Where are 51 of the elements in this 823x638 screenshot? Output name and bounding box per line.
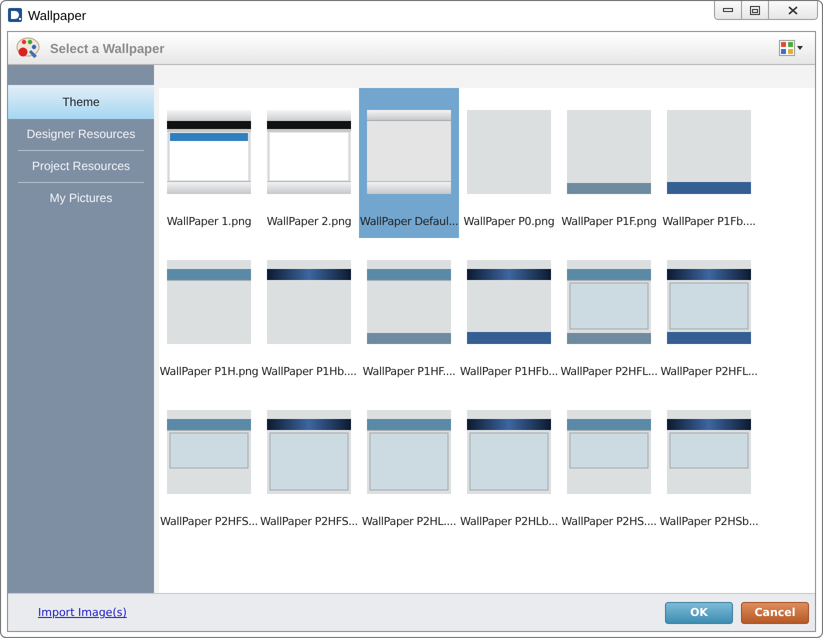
file-name: WallPaper P2HFL... [560,365,658,378]
file-name: WallPaper P1F.png [561,215,657,228]
file-name: WallPaper P1HFb... [460,365,558,378]
file-name: WallPaper P1HF.... [362,365,456,378]
file-name: WallPaper P0.png [464,215,554,228]
wallpaper-item[interactable]: WallPaper P0.png [459,88,559,238]
app-icon [8,8,22,22]
file-name: WallPaper P2HLb... [460,515,558,528]
view-toggle[interactable] [779,40,803,56]
caret-icon [797,46,803,50]
file-name: WallPaper Defaul... [360,215,458,228]
file-name: WallPaper P2HL.... [362,515,456,528]
wallpaper-item[interactable]: WallPaper P2HS.... [559,388,659,538]
file-name: WallPaper P2HFL... [660,365,758,378]
wallpaper-item[interactable]: WallPaper 1.png [159,88,259,238]
wallpaper-item[interactable]: WallPaper P2HFL... [659,238,759,388]
file-name: WallPaper 1.png [166,215,252,228]
file-name: WallPaper P1Hb.... [261,365,357,378]
file-name: WallPaper P2HFS... [260,515,358,528]
wallpaper-item[interactable]: WallPaper P1HF.... [359,238,459,388]
file-name: WallPaper P2HFS... [160,515,258,528]
wallpaper-item[interactable]: WallPaper P2HFS... [259,388,359,538]
wallpaper-item[interactable]: WallPaper P2HSb... [659,388,759,538]
import-link[interactable]: Import Image(s) [38,606,127,619]
wallpaper-item[interactable]: WallPaper P1Fb.... [659,88,759,238]
minimize-button[interactable] [715,1,742,19]
file-name: WallPaper 2.png [266,215,352,228]
wallpaper-item[interactable]: WallPaper 2.png [259,88,359,238]
file-name: WallPaper P2HSb... [660,515,758,528]
sidebar-item[interactable]: Theme [8,85,154,119]
file-name: WallPaper P2HS.... [561,515,657,528]
file-name: WallPaper P1H.png [160,365,258,378]
wallpaper-item[interactable]: WallPaper P1F.png [559,88,659,238]
dialog-heading: Select a Wallpaper [50,40,164,56]
wallpaper-item[interactable]: WallPaper Defaul... [359,88,459,238]
close-icon [788,6,798,14]
wallpaper-item[interactable]: WallPaper P1Hb.... [259,238,359,388]
window-title: Wallpaper [28,8,86,23]
wallpaper-item[interactable]: WallPaper P2HLb... [459,388,559,538]
file-name: WallPaper P1Fb.... [662,215,756,228]
wallpaper-item[interactable]: WallPaper P2HL.... [359,388,459,538]
wallpaper-item[interactable]: WallPaper P2HFL... [559,238,659,388]
wallpaper-item[interactable]: WallPaper P2HFS... [159,388,259,538]
minimize-icon [723,7,733,13]
maximize-button[interactable] [742,1,769,19]
wallpaper-item[interactable]: WallPaper P1H.png [159,238,259,388]
grid-view-icon [779,40,795,56]
wallpaper-item[interactable]: WallPaper P1HFb... [459,238,559,388]
maximize-icon [750,6,760,14]
close-button[interactable] [769,1,817,19]
palette-icon [14,36,40,60]
